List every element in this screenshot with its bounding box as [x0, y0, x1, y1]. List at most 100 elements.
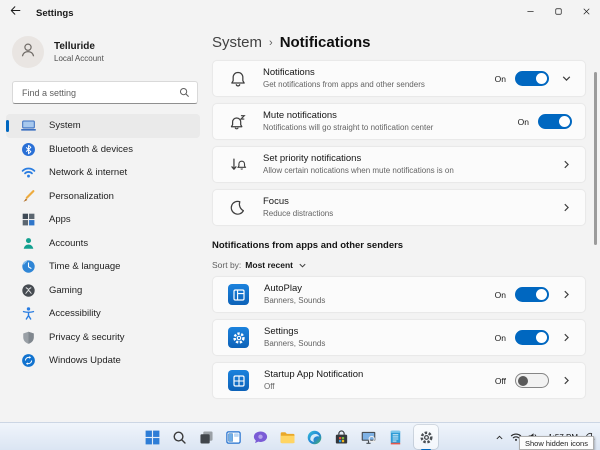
mute-notifications-toggle[interactable] — [538, 114, 572, 129]
window-controls — [516, 0, 600, 26]
search-input[interactable] — [20, 87, 179, 99]
minimize-button[interactable] — [516, 0, 544, 26]
toggle-knob — [536, 73, 547, 84]
toggle-knob — [518, 376, 528, 386]
privacy-icon — [21, 330, 36, 345]
sidebar-item-accessibility[interactable]: Accessibility — [6, 302, 200, 326]
sidebar-item-label: Gaming — [49, 285, 82, 296]
breadcrumb-parent[interactable]: System — [212, 34, 262, 51]
sidebar-nav: System Bluetooth & devices Network & inter… — [0, 114, 208, 373]
scrollbar[interactable] — [594, 72, 597, 245]
windows-update-icon — [21, 353, 36, 368]
startup-app-notification-toggle[interactable] — [515, 373, 549, 388]
accessibility-icon — [21, 306, 36, 321]
bell-icon — [228, 69, 248, 89]
section-heading: Notifications from apps and other sender… — [212, 240, 600, 251]
system-icon — [21, 118, 36, 133]
settings-window: Settings Telluride Local Account SystemB… — [0, 0, 600, 450]
row-title: Notifications — [263, 67, 495, 79]
sidebar-item-label: System — [49, 120, 81, 131]
sidebar-item-label: Privacy & security — [49, 332, 125, 343]
taskbar-chat-icon[interactable] — [252, 429, 269, 446]
setting-row-focus[interactable]: FocusReduce distractions — [212, 189, 586, 226]
gaming-icon — [21, 283, 36, 298]
sidebar-item-system[interactable]: System — [6, 114, 200, 138]
autoplay-toggle[interactable] — [515, 287, 549, 302]
sidebar-item-windows-update[interactable]: Windows Update — [6, 349, 200, 373]
row-title: Settings — [264, 326, 495, 338]
toggle-knob — [559, 116, 570, 127]
chevron-right-icon[interactable] — [561, 159, 572, 170]
sidebar-item-label: Network & internet — [49, 167, 127, 178]
setting-row-set-priority-notifications[interactable]: Set priority notificationsAllow certain … — [212, 146, 586, 183]
chevron-right-icon[interactable] — [561, 332, 572, 343]
taskbar-store-icon[interactable] — [333, 429, 350, 446]
chevron-right-icon[interactable] — [561, 375, 572, 386]
taskbar-remote-desktop-icon[interactable] — [360, 429, 377, 446]
back-button[interactable] — [0, 0, 30, 26]
user-account-type: Local Account — [54, 54, 104, 63]
row-title: Mute notifications — [263, 110, 518, 122]
bell-snooze-icon — [228, 112, 248, 132]
sidebar-item-network-and-internet[interactable]: Network & internet — [6, 161, 200, 185]
tile-autoplay-icon — [228, 284, 249, 305]
row-subtitle: Off — [264, 382, 495, 392]
row-text: Mute notificationsNotifications will go … — [263, 110, 518, 133]
close-button[interactable] — [572, 0, 600, 26]
setting-row-mute-notifications[interactable]: Mute notificationsNotifications will go … — [212, 103, 586, 140]
notifications-toggle[interactable] — [515, 71, 549, 86]
network-icon — [21, 165, 36, 180]
app-notification-rows: AutoPlayBanners, SoundsOnSettingsBanners… — [212, 276, 586, 399]
setting-row-notifications[interactable]: NotificationsGet notifications from apps… — [212, 60, 586, 97]
app-row-autoplay[interactable]: AutoPlayBanners, SoundsOn — [212, 276, 586, 313]
settings-toggle[interactable] — [515, 330, 549, 345]
app-row-settings[interactable]: SettingsBanners, SoundsOn — [212, 319, 586, 356]
sort-dropdown[interactable]: Sort by: Most recent — [212, 260, 600, 270]
show-hidden-icons-button[interactable] — [493, 431, 506, 444]
row-text: Startup App NotificationOff — [264, 369, 495, 392]
row-subtitle: Banners, Sounds — [264, 296, 495, 306]
taskbar-settings-icon[interactable] — [414, 425, 438, 449]
avatar[interactable] — [12, 36, 44, 68]
bluetooth-icon — [21, 142, 36, 157]
sidebar-item-gaming[interactable]: Gaming — [6, 279, 200, 303]
sidebar-item-apps[interactable]: Apps — [6, 208, 200, 232]
taskbar-task-view-icon[interactable] — [198, 429, 215, 446]
search-box[interactable] — [12, 81, 198, 104]
maximize-button[interactable] — [544, 0, 572, 26]
sidebar-item-label: Apps — [49, 214, 71, 225]
taskbar-start-icon[interactable] — [144, 429, 161, 446]
row-subtitle: Allow certain notications when mute noti… — [263, 166, 549, 176]
sidebar-item-bluetooth-and-devices[interactable]: Bluetooth & devices — [6, 138, 200, 162]
accounts-icon — [21, 236, 36, 251]
app-row-startup-app-notification[interactable]: Startup App NotificationOffOff — [212, 362, 586, 399]
chevron-right-icon[interactable] — [561, 289, 572, 300]
sidebar-item-accounts[interactable]: Accounts — [6, 232, 200, 256]
row-title: Startup App Notification — [264, 369, 495, 381]
settings-rows: NotificationsGet notifications from apps… — [212, 60, 586, 226]
taskbar-notepad-icon[interactable] — [387, 429, 404, 446]
sidebar-item-label: Personalization — [49, 191, 114, 202]
toggle-knob — [536, 332, 547, 343]
taskbar-search-icon[interactable] — [171, 429, 188, 446]
chevron-down-icon[interactable] — [561, 73, 572, 84]
taskbar-widgets-icon[interactable] — [225, 429, 242, 446]
sidebar: Telluride Local Account SystemBluetooth … — [0, 26, 208, 422]
sidebar-item-label: Accounts — [49, 238, 88, 249]
sidebar-item-privacy-and-security[interactable]: Privacy & security — [6, 326, 200, 350]
breadcrumb: System › Notifications — [212, 34, 600, 51]
sidebar-item-time-and-language[interactable]: Time & language — [6, 255, 200, 279]
priority-icon — [228, 155, 248, 175]
close-icon — [581, 4, 592, 22]
row-subtitle: Get notifications from apps and other se… — [263, 80, 495, 90]
taskbar: 1:57 PM — [0, 422, 600, 450]
tooltip: Show hidden icons — [519, 436, 594, 450]
sidebar-item-personalization[interactable]: Personalization — [6, 185, 200, 209]
toggle-state-label: Off — [495, 376, 506, 386]
person-icon — [18, 40, 38, 65]
chevron-right-icon[interactable] — [561, 202, 572, 213]
maximize-icon — [553, 4, 564, 22]
row-title: AutoPlay — [264, 283, 495, 295]
taskbar-file-explorer-icon[interactable] — [279, 429, 296, 446]
taskbar-edge-icon[interactable] — [306, 429, 323, 446]
